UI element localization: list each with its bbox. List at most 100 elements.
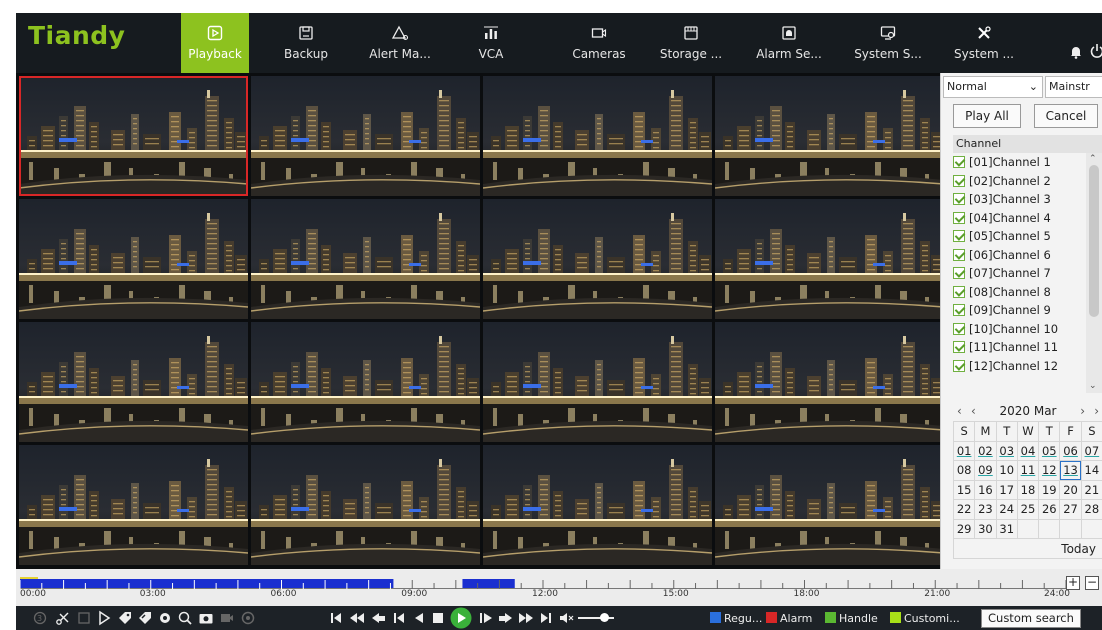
calendar-day[interactable]: 22 bbox=[952, 499, 976, 520]
channel-item[interactable]: [10]Channel 10 bbox=[953, 320, 1086, 339]
prev-year-icon[interactable]: ‹ bbox=[957, 401, 962, 421]
timeline-ruler[interactable] bbox=[20, 577, 1066, 589]
stream-type-select[interactable]: Mainstr bbox=[1045, 76, 1102, 98]
calendar-day[interactable]: 24 bbox=[995, 499, 1018, 520]
previous-frame-icon[interactable] bbox=[391, 610, 407, 626]
calendar-day[interactable]: 19 bbox=[1038, 479, 1061, 500]
legend-alarm[interactable]: Alarm bbox=[766, 612, 812, 625]
video-tile[interactable] bbox=[715, 445, 944, 565]
checkbox-checked-icon[interactable] bbox=[953, 193, 965, 205]
legend-custom[interactable]: Customi... bbox=[890, 612, 960, 625]
scroll-down-icon[interactable]: ⌄ bbox=[1089, 381, 1097, 391]
video-tile[interactable] bbox=[483, 445, 712, 565]
tag-list-icon[interactable] bbox=[137, 610, 153, 626]
calendar-day[interactable]: 20 bbox=[1059, 479, 1082, 500]
checkbox-checked-icon[interactable] bbox=[953, 156, 965, 168]
checkbox-checked-icon[interactable] bbox=[953, 285, 965, 298]
rewind-icon[interactable] bbox=[349, 610, 365, 626]
zoom-in-button[interactable]: + bbox=[1066, 576, 1080, 590]
checkbox-checked-icon[interactable] bbox=[953, 267, 965, 279]
checkbox-checked-icon[interactable] bbox=[953, 359, 965, 372]
channel-item[interactable]: [09]Channel 9 bbox=[953, 301, 1086, 320]
video-tile[interactable] bbox=[715, 322, 944, 442]
save-clip-icon[interactable] bbox=[76, 610, 92, 626]
calendar-day[interactable]: 25 bbox=[1016, 499, 1040, 520]
calendar-day[interactable]: 07 bbox=[1080, 440, 1102, 461]
checkbox-checked-icon[interactable] bbox=[953, 248, 965, 261]
play-tag-icon[interactable] bbox=[96, 610, 112, 626]
nav-storage[interactable]: Storage ... bbox=[653, 13, 729, 73]
first-frame-icon[interactable] bbox=[328, 610, 344, 626]
calendar-day[interactable]: 17 bbox=[995, 479, 1018, 500]
legend-handle[interactable]: Handle bbox=[825, 612, 878, 625]
next-frame-icon[interactable] bbox=[478, 610, 494, 626]
play-all-button[interactable]: Play All bbox=[953, 104, 1021, 128]
volume-slider-handle[interactable] bbox=[600, 613, 609, 622]
video-tile[interactable] bbox=[483, 322, 712, 442]
channel-item[interactable]: [02]Channel 2 bbox=[953, 172, 1086, 191]
calendar-day[interactable]: 21 bbox=[1080, 479, 1102, 500]
snapshot-icon[interactable] bbox=[198, 610, 214, 626]
calendar-day[interactable]: 11 bbox=[1016, 460, 1040, 481]
video-tile[interactable] bbox=[251, 199, 480, 319]
channel-item[interactable]: [07]Channel 7 bbox=[953, 264, 1086, 283]
calendar-day[interactable]: 14 bbox=[1080, 460, 1102, 481]
channel-list-scrollbar[interactable]: ⌃ ⌄ bbox=[1086, 153, 1102, 393]
record-icon[interactable] bbox=[219, 610, 235, 626]
channel-item[interactable]: [11]Channel 11 bbox=[953, 338, 1086, 357]
nav-system-tools[interactable]: System ... bbox=[948, 13, 1020, 73]
channel-item[interactable]: [04]Channel 4 bbox=[953, 209, 1086, 228]
stream-mode-select[interactable]: Normal ⌄ bbox=[943, 76, 1043, 98]
channel-item[interactable]: [01]Channel 1 bbox=[953, 153, 1086, 172]
calendar-day[interactable]: 29 bbox=[952, 518, 976, 539]
zoom-out-button[interactable]: − bbox=[1085, 576, 1099, 590]
cancel-button[interactable]: Cancel bbox=[1034, 104, 1098, 128]
calendar-day[interactable]: 30 bbox=[974, 518, 997, 539]
fast-forward-icon[interactable] bbox=[518, 610, 534, 626]
calendar-day[interactable]: 28 bbox=[1080, 499, 1102, 520]
video-tile-selected[interactable] bbox=[19, 76, 248, 196]
video-tile[interactable] bbox=[19, 322, 248, 442]
checkbox-checked-icon[interactable] bbox=[953, 322, 965, 335]
play-icon[interactable] bbox=[450, 607, 472, 629]
scroll-up-icon[interactable]: ⌃ bbox=[1089, 154, 1097, 164]
channel-item[interactable]: [08]Channel 8 bbox=[953, 283, 1086, 302]
nav-system-settings[interactable]: System S... bbox=[848, 13, 928, 73]
calendar-day[interactable]: 23 bbox=[974, 499, 997, 520]
video-tile[interactable] bbox=[483, 199, 712, 319]
calendar-day[interactable]: 05 bbox=[1038, 440, 1061, 461]
video-tile[interactable] bbox=[251, 445, 480, 565]
calendar-day[interactable]: 15 bbox=[952, 479, 976, 500]
nav-backup[interactable]: Backup bbox=[276, 13, 336, 73]
calendar-day[interactable]: 27 bbox=[1059, 499, 1082, 520]
next-year-icon[interactable]: › bbox=[1094, 401, 1099, 421]
legend-regular[interactable]: Regu... bbox=[710, 612, 762, 625]
nav-vca[interactable]: VCA bbox=[461, 13, 521, 73]
channel-item[interactable]: [06]Channel 6 bbox=[953, 246, 1086, 265]
channel-item[interactable]: [05]Channel 5 bbox=[953, 227, 1086, 246]
calendar-day[interactable]: 18 bbox=[1016, 479, 1040, 500]
calendar-day[interactable]: 13 bbox=[1059, 460, 1082, 481]
calendar-day[interactable]: 09 bbox=[974, 460, 997, 481]
power-icon[interactable] bbox=[1090, 43, 1102, 62]
reverse-play-icon[interactable] bbox=[411, 610, 427, 626]
channel-item[interactable]: [03]Channel 3 bbox=[953, 190, 1086, 209]
checkbox-checked-icon[interactable] bbox=[953, 304, 965, 316]
video-tile[interactable] bbox=[715, 199, 944, 319]
calendar-day[interactable]: 01 bbox=[952, 440, 976, 461]
calendar-day[interactable]: 12 bbox=[1038, 460, 1061, 481]
calendar-day[interactable]: 08 bbox=[952, 460, 976, 481]
settings-gear-icon[interactable] bbox=[157, 610, 173, 626]
calendar-day[interactable]: 31 bbox=[995, 518, 1018, 539]
prev-month-icon[interactable]: ‹ bbox=[971, 401, 976, 421]
nav-alert-management[interactable]: Alert Ma... bbox=[366, 13, 434, 73]
video-tile[interactable] bbox=[483, 76, 712, 196]
last-frame-icon[interactable] bbox=[538, 610, 554, 626]
scrollbar-thumb[interactable] bbox=[1089, 165, 1099, 317]
nav-cameras[interactable]: Cameras bbox=[566, 13, 632, 73]
calendar-day[interactable]: 16 bbox=[974, 479, 997, 500]
checkbox-checked-icon[interactable] bbox=[953, 211, 965, 224]
notification-bell-icon[interactable] bbox=[1069, 45, 1083, 62]
stop-icon[interactable] bbox=[430, 610, 446, 626]
calendar-day[interactable]: 10 bbox=[995, 460, 1018, 481]
